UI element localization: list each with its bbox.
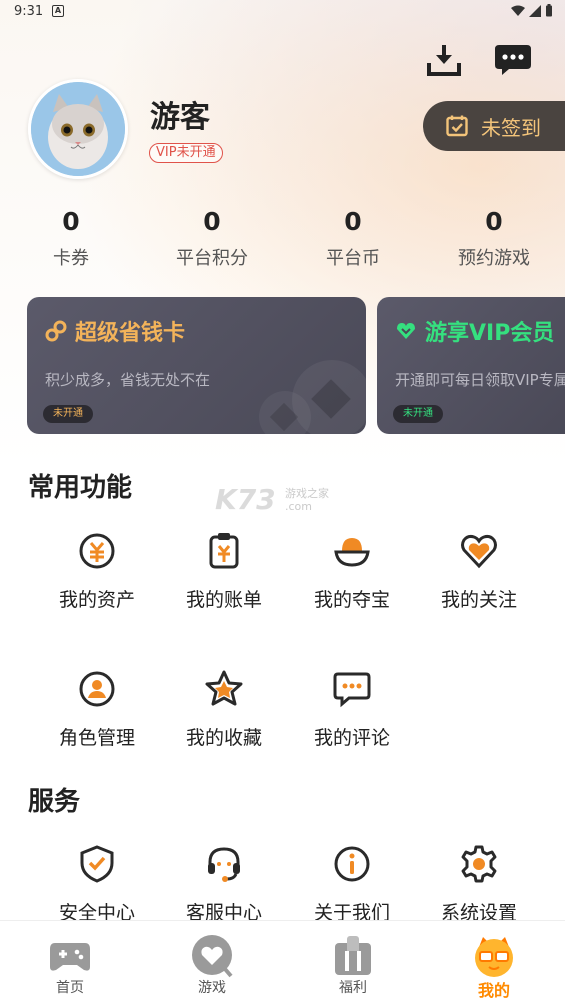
headset-icon	[208, 847, 240, 882]
card-status-badge: 未开通	[43, 405, 93, 423]
func-my-bill[interactable]: 我的账单	[164, 531, 284, 612]
cat-avatar-icon	[31, 82, 125, 176]
shield-icon	[80, 845, 114, 883]
func-label: 我的评论	[313, 727, 390, 749]
func-label: 我的夺宝	[313, 589, 390, 611]
stat-label: 平台积分	[176, 248, 248, 269]
func-my-treasure[interactable]: 我的夺宝	[292, 531, 412, 612]
status-bar: 9:31 A	[0, 0, 565, 26]
notification-icon: A	[52, 5, 64, 17]
service-security-center[interactable]: 安全中心	[37, 844, 157, 925]
stat-points[interactable]: 0 平台积分	[157, 207, 267, 270]
download-button[interactable]	[424, 40, 464, 80]
nav-label: 首页	[56, 980, 84, 996]
card-status-badge: 未开通	[393, 405, 443, 423]
nav-home[interactable]: 首页	[20, 933, 120, 997]
person-icon	[79, 671, 115, 707]
nav-label: 我的	[477, 981, 510, 1000]
nav-games[interactable]: 游戏	[162, 933, 262, 997]
checkin-button[interactable]: 未签到	[423, 101, 565, 151]
message-icon	[495, 45, 531, 75]
stat-value: 0	[344, 207, 362, 236]
star-icon	[205, 670, 243, 706]
card-desc: 积少成多，省钱无处不在	[45, 371, 211, 389]
stat-label: 平台币	[326, 248, 380, 269]
watermark-logo: K73	[215, 483, 276, 516]
nav-mine[interactable]: 我的	[444, 933, 544, 1001]
func-label: 角色管理	[58, 727, 135, 749]
stat-value: 0	[485, 207, 503, 236]
section-title-common: 常用功能	[28, 473, 133, 503]
treasure-icon	[334, 538, 370, 567]
checkin-label: 未签到	[481, 115, 541, 140]
signal-icon	[529, 4, 541, 17]
mascot-icon	[475, 937, 513, 977]
func-label: 我的收藏	[185, 727, 262, 749]
stat-value: 0	[62, 207, 80, 236]
coins-decoration-icon	[259, 360, 366, 434]
stat-platform-coins[interactable]: 0 平台币	[298, 207, 408, 270]
func-label: 我的资产	[58, 589, 135, 611]
gamepad-icon	[50, 943, 90, 971]
game-heart-icon	[192, 935, 233, 978]
card-title: 超级省钱卡	[45, 315, 185, 347]
watermark-sub1: 游戏之家	[285, 487, 329, 500]
stat-label: 预约游戏	[458, 248, 530, 269]
bill-icon	[209, 533, 239, 569]
nav-label: 游戏	[198, 980, 226, 996]
vip-status-badge[interactable]: VIP未开通	[149, 143, 223, 163]
yen-coin-icon	[79, 533, 115, 569]
wifi-icon	[511, 5, 525, 16]
watermark-text: 游戏之家 .com	[285, 487, 329, 513]
func-label: 我的账单	[185, 589, 262, 611]
stat-coupons[interactable]: 0 卡券	[16, 207, 126, 270]
gear-icon	[461, 845, 497, 883]
func-role-management[interactable]: 角色管理	[37, 669, 157, 750]
heart-gem-icon	[397, 323, 415, 339]
func-my-assets[interactable]: 我的资产	[37, 531, 157, 612]
func-my-favorites[interactable]: 我的收藏	[164, 669, 284, 750]
stat-value: 0	[203, 207, 221, 236]
heart-icon	[461, 534, 497, 569]
download-icon	[427, 45, 461, 76]
calendar-check-icon	[446, 115, 468, 137]
section-title-service: 服务	[28, 787, 81, 817]
service-about-us[interactable]: 关于我们	[292, 844, 412, 925]
card-title: 游享VIP会员	[395, 315, 554, 347]
vip-card[interactable]: 游享VIP会员 开通即可每日领取VIP专属礼包 未开通	[377, 297, 565, 434]
status-indicators	[511, 4, 553, 17]
func-my-comments[interactable]: 我的评论	[292, 669, 412, 750]
service-customer-center[interactable]: 客服中心	[164, 844, 284, 925]
stat-reserved-games[interactable]: 0 预约游戏	[439, 207, 549, 270]
func-my-follow[interactable]: 我的关注	[419, 531, 539, 612]
gift-icon	[335, 936, 371, 975]
func-label: 我的关注	[440, 589, 517, 611]
nav-welfare[interactable]: 福利	[303, 933, 403, 997]
bottom-nav: 首页 游戏 福利 我的	[0, 920, 565, 1005]
card-title-text: 游享VIP会员	[425, 321, 555, 346]
username: 游客	[150, 100, 210, 135]
link-icon	[45, 320, 67, 342]
service-system-settings[interactable]: 系统设置	[419, 844, 539, 925]
message-button[interactable]	[493, 40, 533, 80]
watermark-sub2: .com	[285, 500, 312, 513]
battery-icon	[546, 4, 552, 17]
avatar[interactable]	[28, 79, 128, 179]
stat-label: 卡券	[53, 248, 89, 269]
status-time: 9:31	[14, 4, 44, 19]
info-icon	[334, 846, 370, 882]
saving-card[interactable]: 超级省钱卡 积少成多，省钱无处不在 未开通	[27, 297, 366, 434]
card-desc: 开通即可每日领取VIP专属礼包	[395, 371, 565, 389]
comment-icon	[333, 672, 371, 708]
card-title-text: 超级省钱卡	[75, 321, 186, 346]
nav-label: 福利	[339, 980, 367, 996]
